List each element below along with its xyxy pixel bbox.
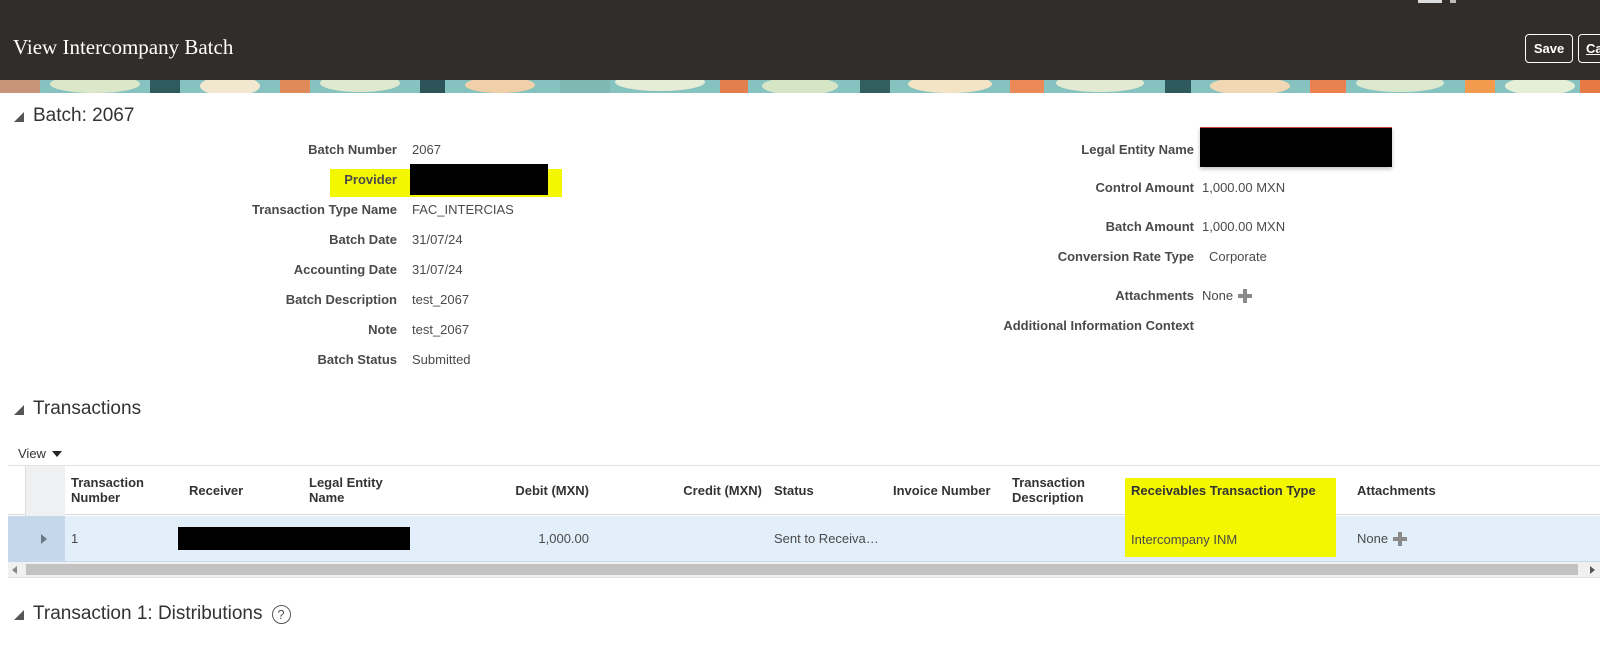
collapse-icon[interactable]: [14, 610, 24, 620]
page-title: View Intercompany Batch: [13, 35, 234, 59]
batch-amount-value: 1,000.00 MXN: [1202, 219, 1286, 234]
field-label: Batch Description: [285, 292, 397, 307]
receivables-type-cell: Intercompany INM: [1131, 532, 1238, 547]
field-label: Provider: [344, 172, 397, 187]
conversion-rate-type-value: Corporate: [1209, 249, 1267, 264]
expand-row-icon[interactable]: [41, 534, 47, 544]
table-header: Transaction Number Receiver Legal Entity…: [8, 465, 1600, 516]
batch-date-value: 31/07/24: [412, 232, 463, 247]
accounting-date-value: 31/07/24: [412, 262, 463, 277]
status-cell: Sent to Receiva…: [774, 531, 879, 546]
table-row[interactable]: 1 1,000.00 Sent to Receiva… Intercompany…: [8, 516, 1600, 562]
debit-cell: 1,000.00: [538, 531, 589, 546]
transactions-section-title: Transactions: [33, 398, 142, 419]
chevron-down-icon: [51, 450, 62, 457]
collapse-icon[interactable]: [14, 112, 24, 122]
control-amount-value: 1,000.00 MXN: [1202, 180, 1286, 195]
attachments-field: None: [1202, 288, 1253, 303]
distributions-section-header[interactable]: Transaction 1: Distributions ?: [14, 603, 291, 625]
transaction-number-cell: 1: [71, 531, 79, 546]
field-label: Attachments: [1115, 288, 1194, 303]
transaction-type-value: FAC_INTERCIAS: [412, 202, 514, 217]
field-label: Legal Entity Name: [1081, 142, 1194, 157]
header-decoration: [1450, 0, 1456, 3]
field-label: Batch Amount: [1105, 219, 1194, 234]
column-header[interactable]: Attachments: [1357, 483, 1436, 498]
attachments-value: None: [1202, 288, 1234, 303]
scroll-left-icon[interactable]: [12, 566, 17, 574]
help-icon[interactable]: ?: [271, 604, 291, 624]
field-label: Batch Status: [317, 352, 397, 367]
distributions-section-title: Transaction 1: Distributions: [33, 603, 263, 624]
save-button[interactable]: Save: [1525, 34, 1573, 63]
row-selector[interactable]: [8, 516, 65, 562]
header-selector-cell: [25, 466, 65, 516]
field-label: Note: [368, 322, 397, 337]
note-value: test_2067: [412, 322, 470, 337]
column-header[interactable]: Receivables Transaction Type: [1131, 483, 1316, 498]
scroll-right-icon[interactable]: [1590, 566, 1595, 574]
field-label: Conversion Rate Type: [1057, 249, 1194, 264]
add-attachment-icon[interactable]: [1238, 288, 1253, 303]
column-header[interactable]: Transaction Number: [71, 475, 171, 505]
batch-description-value: test_2067: [412, 292, 470, 307]
batch-status-value: Submitted: [412, 352, 471, 367]
transactions-section-header[interactable]: Transactions: [14, 398, 141, 420]
attachments-cell-value: None: [1357, 531, 1389, 546]
collapse-icon[interactable]: [14, 405, 24, 415]
provider-redacted-value: [410, 164, 548, 195]
batch-number-value: 2067: [412, 142, 441, 157]
scrollbar-thumb[interactable]: [26, 564, 1578, 575]
decorative-banner: [0, 80, 1600, 93]
field-label: Control Amount: [1095, 180, 1194, 195]
column-header[interactable]: Credit (MXN): [628, 483, 762, 498]
header-decoration: [1418, 0, 1442, 3]
batch-section-header[interactable]: Batch: 2067: [14, 105, 134, 127]
view-menu-label: View: [18, 446, 46, 461]
column-header[interactable]: Status: [774, 483, 814, 498]
receiver-redacted-cell: [178, 527, 410, 550]
cancel-button[interactable]: Ca: [1578, 34, 1600, 63]
app-header: View Intercompany Batch Save Ca: [0, 0, 1600, 80]
add-attachment-icon[interactable]: [1393, 531, 1408, 546]
column-header[interactable]: Transaction Description: [1012, 475, 1112, 505]
column-header[interactable]: Receiver: [189, 483, 243, 498]
field-label: Accounting Date: [293, 262, 397, 277]
attachments-cell: None: [1357, 531, 1408, 546]
field-label: Batch Date: [329, 232, 397, 247]
view-menu[interactable]: View: [18, 446, 62, 461]
column-header[interactable]: Legal Entity Name: [309, 475, 399, 505]
field-label: Transaction Type Name: [252, 202, 397, 217]
field-label: Additional Information Context: [1003, 318, 1194, 333]
column-header[interactable]: Invoice Number: [893, 483, 991, 498]
legal-entity-redacted-value: [1200, 127, 1392, 167]
column-header[interactable]: Debit (MXN): [448, 483, 589, 498]
horizontal-scrollbar[interactable]: [8, 562, 1600, 578]
field-label: Batch Number: [308, 142, 397, 157]
batch-section-title: Batch: 2067: [33, 105, 135, 126]
